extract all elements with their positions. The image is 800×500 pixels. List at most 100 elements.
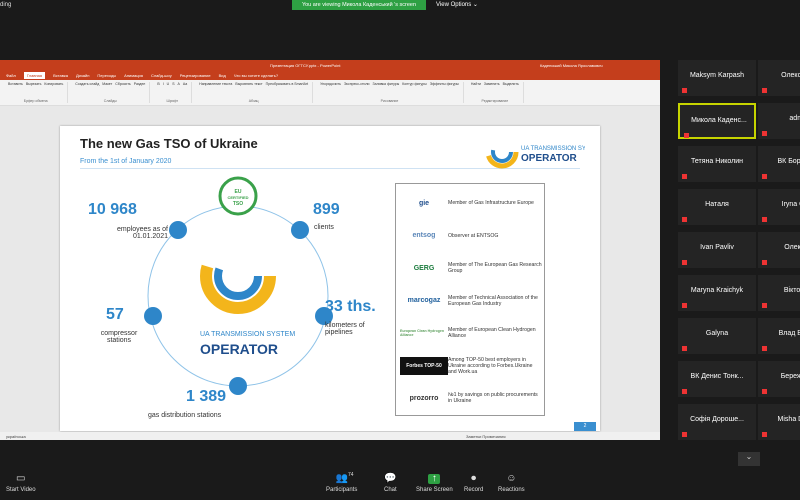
ribbon-command[interactable]: Направление текста [199, 82, 232, 86]
ring-graphic: UA TRANSMISSION SYSTEM OPERATOR [144, 205, 333, 395]
participant-tile[interactable]: Iryna Obo [758, 189, 800, 225]
menu-tab[interactable]: Вид [219, 73, 226, 78]
muted-mic-icon [762, 217, 767, 222]
menu-tab[interactable]: Рецензирование [180, 73, 211, 78]
menu-tab[interactable]: Дизайн [76, 73, 89, 78]
member-logo: prozorro [409, 394, 439, 402]
member-logo: entsog [412, 232, 436, 239]
participant-tile[interactable]: Наталя [678, 189, 756, 225]
ribbon-command[interactable]: Эффекты фигуры [430, 82, 459, 86]
participant-tile[interactable]: Maryna Kraichyk [678, 275, 756, 311]
clients-icon [291, 221, 309, 239]
menu-tab[interactable]: Анимация [124, 73, 143, 78]
ppt-title-bar: Презентация ОГТСУ.pptx - PowerPoint Каде… [0, 60, 660, 70]
membership-row: GERG Member of The European Gas Research … [400, 253, 544, 283]
member-logo: European Clean Hydrogen Alliance [400, 329, 444, 337]
participant-tile[interactable]: Софія Дороше... [678, 404, 756, 440]
ribbon-command[interactable]: Заменить [484, 82, 500, 86]
ribbon-group-label: Редактирование [481, 99, 509, 103]
membership-row: prozorro №1 by savings on public procurem… [400, 383, 544, 413]
participant-tile[interactable]: Тетяна Николин [678, 146, 756, 182]
participant-tile[interactable]: Влад Вишн [758, 318, 800, 354]
member-text: Member of Gas Infrastructure Europe [448, 200, 534, 206]
muted-mic-icon [682, 217, 687, 222]
participant-tile[interactable]: Misha Demy [758, 404, 800, 440]
start-video-button[interactable]: ▭ Start Video [6, 474, 36, 494]
ribbon-command[interactable]: Выделить [503, 82, 519, 86]
record-button[interactable]: ⏺ Record [464, 473, 483, 494]
share-screen-button[interactable]: ↑ Share Screen [416, 474, 453, 494]
member-text: Among TOP-50 best employers in Ukraine a… [448, 356, 533, 375]
ribbon-command[interactable]: Заливка фигуры [373, 82, 400, 86]
ribbon-command[interactable]: Вырезать [26, 82, 42, 86]
ribbon-group: Вставить Вырезать Копировать Буфер обмена [4, 82, 69, 103]
ribbon-command[interactable]: Контур фигуры [402, 82, 426, 86]
participant-tile[interactable]: Maksym Karpash [678, 60, 756, 96]
participant-tile[interactable]: Бережний [758, 361, 800, 397]
reactions-label: Reactions [498, 487, 525, 493]
participant-name: Віктор К [783, 287, 800, 294]
participant-tile[interactable]: Олексій [758, 232, 800, 268]
share-screen-label: Share Screen [416, 487, 453, 493]
chat-button[interactable]: 💬 Chat [384, 474, 397, 494]
logo-text: OPERATOR [521, 153, 578, 164]
participant-name: Ivan Pavliv [700, 244, 734, 251]
ribbon-group: Найти Заменить Выделить Редактирование [467, 82, 524, 103]
ribbon-command[interactable]: Найти [471, 82, 481, 86]
ribbon-group: Направление текста Выровнять текст Преобра… [195, 82, 314, 103]
participant-tile[interactable]: Микола Каденс... [678, 103, 756, 139]
membership-row: Forbes TOP-50 Among TOP-50 best employers… [400, 351, 544, 381]
ribbon-command[interactable]: Упорядочить [320, 82, 341, 86]
ribbon-command[interactable]: Aa [183, 82, 187, 86]
view-options-button[interactable]: View Options ⌄ [436, 0, 478, 10]
ribbon-command[interactable]: Выровнять текст [235, 82, 262, 86]
ribbon-command[interactable]: Преобразовать в SmartArt [266, 82, 308, 86]
ribbon-command[interactable]: Раздел [134, 82, 146, 86]
ribbon-command[interactable]: Экспресс-стили [344, 82, 370, 86]
menu-tab[interactable]: Что вы хотите сделать? [234, 73, 278, 78]
ribbon-command[interactable]: Макет [102, 82, 112, 86]
eu-certified-badge: EU CERTIFIED TSO [218, 176, 258, 216]
ribbon-command[interactable]: A [178, 82, 180, 86]
record-icon: ⏺ [471, 473, 477, 484]
ribbon-command[interactable]: S [172, 82, 174, 86]
menu-tab[interactable]: Переходы [97, 73, 116, 78]
ribbon-command[interactable]: Создать слайд [75, 82, 99, 86]
participant-tile[interactable]: ВК Денис Тонк... [678, 361, 756, 397]
participant-tile[interactable]: Віктор К [758, 275, 800, 311]
ribbon-command[interactable]: I [163, 82, 164, 86]
status-notes[interactable]: Заметки Примечания [466, 434, 506, 439]
ribbon-command[interactable]: Копировать [44, 82, 63, 86]
distribution-icon [229, 377, 247, 395]
ribbon-command[interactable]: B [157, 82, 159, 86]
gallery-scroll-down-button[interactable]: ⌄ [738, 452, 760, 466]
participant-tile[interactable]: Олександ [758, 60, 800, 96]
muted-mic-icon [682, 432, 687, 437]
muted-mic-icon [762, 260, 767, 265]
slide-subtitle: From the 1st of January 2020 [80, 158, 172, 165]
membership-row: marcogaz Member of Technical Association … [400, 286, 544, 316]
menu-tab[interactable]: Файл [6, 73, 16, 78]
ribbon-command[interactable]: U [167, 82, 170, 86]
screen-share-banner: You are viewing Микола Каденський 's scr… [292, 0, 426, 10]
muted-mic-icon [762, 432, 767, 437]
ppt-title: Презентация ОГТСУ.pptx - PowerPoint [270, 63, 341, 68]
participant-name: Олександ [781, 72, 800, 79]
participant-tile[interactable]: ВК БорисБо [758, 146, 800, 182]
participant-tile[interactable]: admi [758, 103, 800, 139]
ribbon-command[interactable]: Сбросить [115, 82, 131, 86]
muted-mic-icon [682, 88, 687, 93]
reactions-button[interactable]: ☺ Reactions [498, 474, 525, 494]
participants-button[interactable]: 👥 Participants 74 [326, 472, 357, 493]
menu-tab[interactable]: Слайд-шоу [151, 73, 172, 78]
ribbon-command[interactable]: Вставить [8, 82, 23, 86]
muted-mic-icon [682, 303, 687, 308]
ribbon-group: Создать слайд Макет Сбросить Раздел Слайды [71, 82, 151, 103]
muted-mic-icon [762, 346, 767, 351]
menu-tab[interactable]: Вставка [53, 73, 68, 78]
menu-tab[interactable]: Главная [23, 71, 46, 79]
participant-tile[interactable]: Ivan Pavliv [678, 232, 756, 268]
muted-mic-icon [682, 174, 687, 179]
stat-employees-value: 10 968 [88, 201, 137, 218]
participant-tile[interactable]: Galyna [678, 318, 756, 354]
